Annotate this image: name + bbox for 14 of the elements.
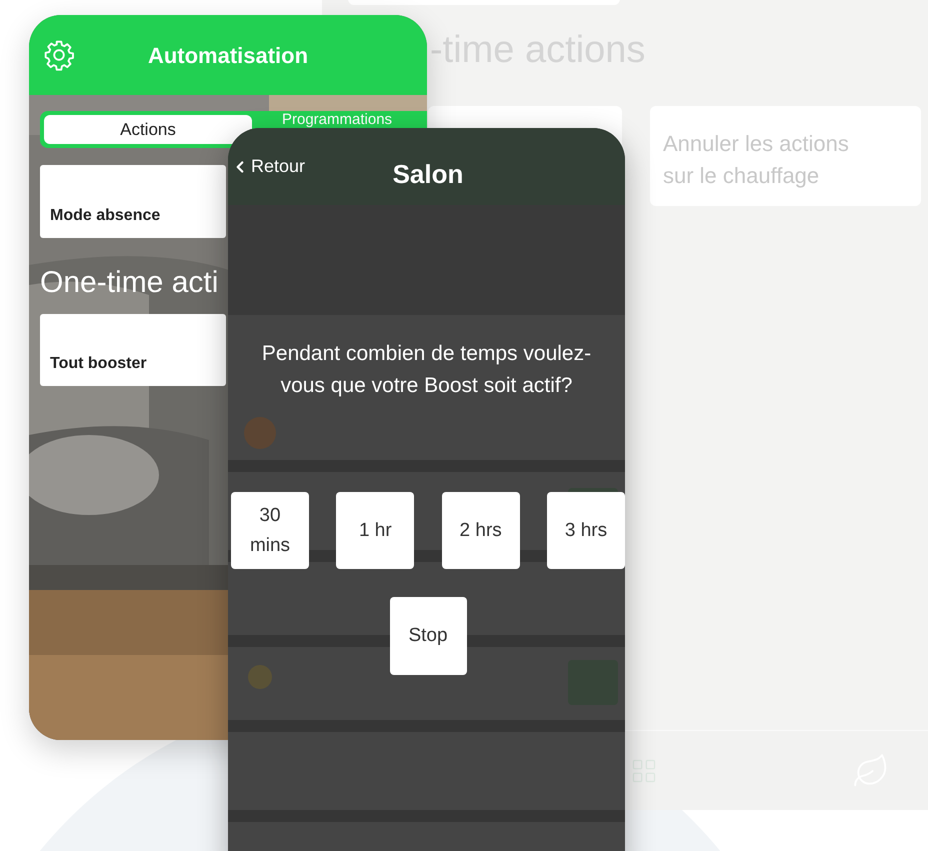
action-card[interactable]: Mode absence xyxy=(40,165,226,238)
duration-button[interactable]: 3 hrs xyxy=(546,492,625,569)
action-card[interactable]: Tout booster xyxy=(40,314,226,386)
screen-title: Salon xyxy=(392,158,464,191)
duration-button[interactable]: 2 hrs xyxy=(442,492,520,569)
screen-title: Automatisation xyxy=(146,42,310,70)
stop-button[interactable]: Stop xyxy=(390,597,466,675)
question-text: Pendant combien de temps voulez-vous que votre Boost soit actif? xyxy=(260,341,592,399)
settings-icon[interactable] xyxy=(43,39,75,71)
section-heading: One-time acti xyxy=(40,266,218,299)
duration-button[interactable]: 1 hr xyxy=(336,492,414,569)
back-button[interactable]: Retour xyxy=(228,153,306,180)
duration-button[interactable]: 30 mins xyxy=(231,492,309,569)
tab[interactable]: Actions xyxy=(44,115,252,144)
